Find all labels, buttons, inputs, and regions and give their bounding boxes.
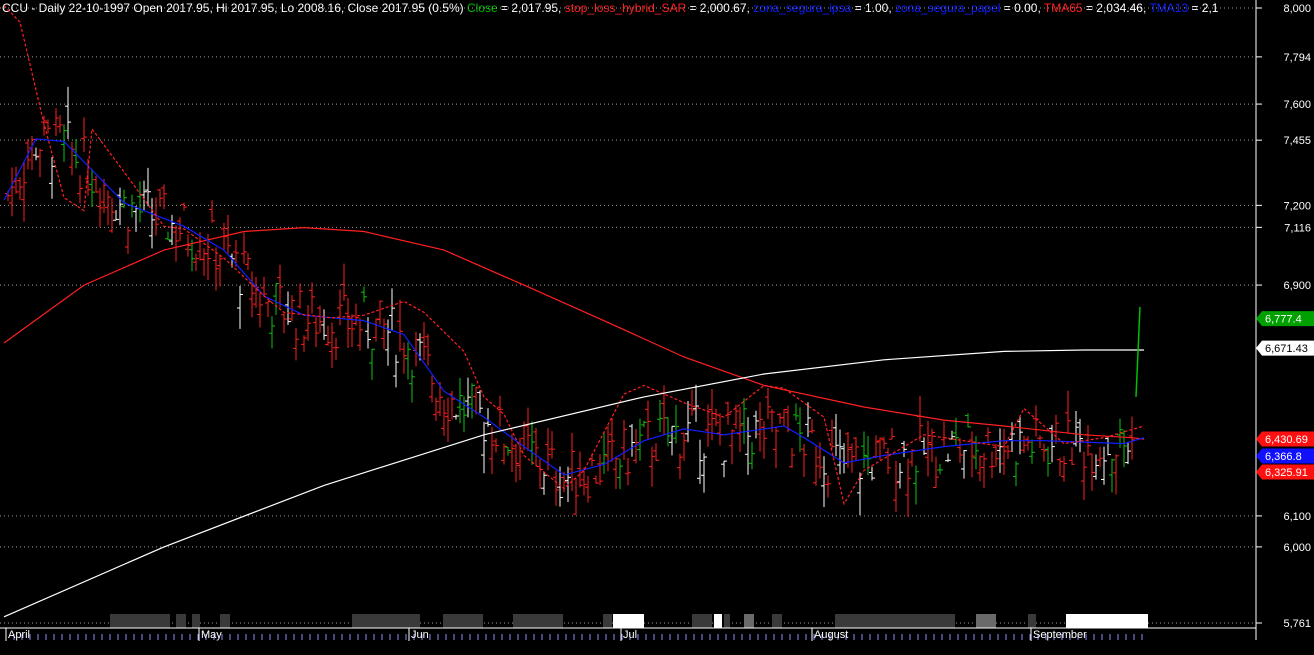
x-tick-label: September	[1033, 629, 1087, 641]
y-tick-label: 7,794	[1283, 52, 1311, 64]
volume-block	[724, 614, 730, 628]
series-line-close	[1135, 306, 1141, 397]
value-tag-label: 6,777.4	[1265, 314, 1302, 326]
y-tick-label: 6,000	[1283, 542, 1311, 554]
value-tag-label: 6,325.91	[1265, 467, 1308, 479]
series-line-zona-segura-white	[3, 349, 1144, 618]
value-tags: 6,777.4 6,671.43 6,430.69 6,366.8 6,325.91	[1256, 311, 1314, 480]
volume-block	[714, 614, 722, 628]
y-tick-label: 6,900	[1283, 280, 1311, 292]
volume-block	[835, 614, 955, 628]
x-tick-label: Jun	[411, 629, 429, 641]
volume-block	[744, 614, 754, 628]
x-tick-label: Jul	[623, 629, 637, 641]
x-tick-label: April	[8, 629, 30, 641]
value-tag-label: 6,366.8	[1265, 451, 1302, 463]
x-tick-label: May	[201, 629, 222, 641]
volume-band	[110, 614, 1148, 628]
volume-block	[352, 614, 420, 628]
volume-block	[443, 614, 483, 628]
value-tag-label: 6,671.43	[1265, 343, 1308, 355]
ohlc-bars	[5, 86, 1135, 517]
volume-block	[110, 614, 170, 628]
volume-block	[772, 614, 782, 628]
volume-block	[976, 614, 996, 628]
indicator-lines	[3, 5, 1145, 618]
volume-block	[603, 614, 612, 628]
volume-block	[1066, 614, 1148, 628]
y-tick-label: 7,455	[1283, 135, 1311, 147]
x-tick-label: August	[814, 629, 848, 641]
x-axis: April May Jun Jul August September	[0, 627, 1256, 641]
volume-block	[513, 614, 563, 628]
y-tick-label: 7,116	[1284, 222, 1311, 234]
series-line-tma65	[3, 226, 1145, 440]
volume-block	[176, 614, 186, 628]
series-line-stop-loss-hybrid-sar	[3, 5, 1145, 506]
price-chart[interactable]: 8,000 7,794 7,600 7,455 7,200 7,116 6,900 6,100…	[0, 0, 1314, 655]
y-tick-label: 5,761	[1283, 618, 1311, 630]
y-tick-label: 7,600	[1283, 99, 1311, 111]
volume-block	[1028, 614, 1036, 628]
value-tag-label: 6,430.69	[1265, 434, 1308, 446]
y-tick-label: 7,200	[1283, 200, 1311, 212]
y-tick-label: 6,100	[1283, 511, 1311, 523]
volume-block	[192, 614, 200, 628]
volume-block	[692, 614, 712, 628]
grid-lines	[0, 7, 1255, 624]
volume-block	[220, 614, 230, 628]
y-tick-label: 8,000	[1283, 3, 1311, 15]
volume-block	[613, 614, 644, 628]
